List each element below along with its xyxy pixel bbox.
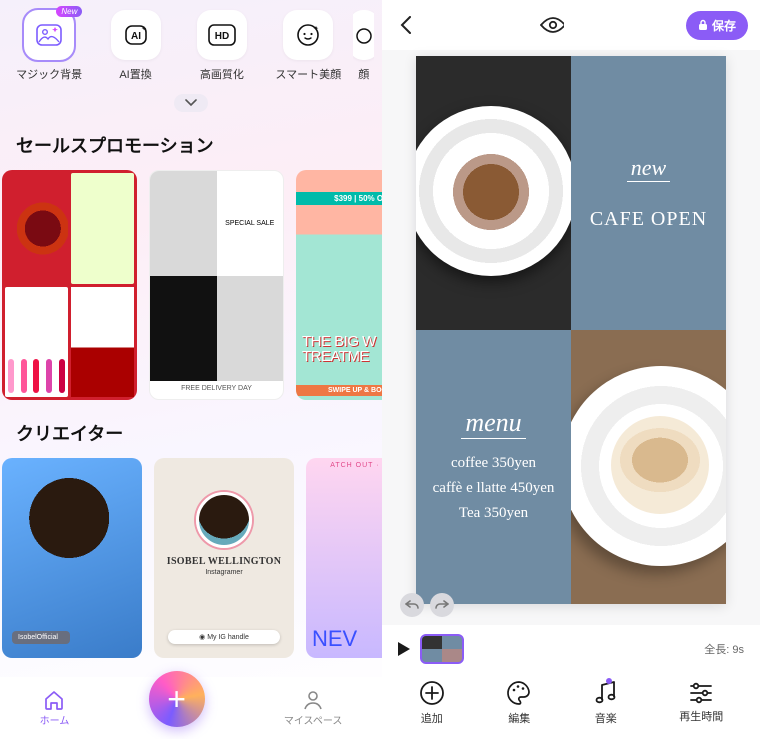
history-controls	[400, 593, 454, 617]
svg-text:HD: HD	[215, 31, 229, 42]
clip-thumbnail[interactable]	[420, 634, 464, 664]
smart-beauty-icon	[283, 10, 333, 60]
feature-label: スマート美顔	[275, 66, 341, 82]
feature-smart-beauty[interactable]: スマート美顔	[267, 10, 349, 82]
template-card[interactable]: ATCH OUT · WATCH O NEV	[306, 458, 382, 658]
play-icon	[398, 642, 410, 656]
template-card[interactable]	[2, 170, 137, 400]
bottom-nav: ホーム + マイスペース	[0, 677, 382, 739]
magic-bg-icon	[24, 10, 74, 60]
notification-dot	[606, 678, 612, 684]
nav-home[interactable]: ホーム	[40, 690, 70, 727]
creator-chip: IsobelOfficial	[12, 631, 70, 644]
text-new[interactable]: new	[627, 155, 670, 182]
feature-label: 顔	[358, 66, 369, 82]
lock-icon	[698, 19, 708, 31]
text-cafe-open[interactable]: CAFE OPEN	[590, 208, 707, 231]
feature-label: マジック背景	[16, 66, 82, 82]
template-card[interactable]: SPECIAL SALE FREE DELIVERY DAY	[149, 170, 284, 400]
save-label: 保存	[712, 17, 736, 34]
undo-button[interactable]	[400, 593, 424, 617]
back-button[interactable]	[394, 13, 418, 37]
canvas-image-top-left[interactable]	[416, 56, 571, 330]
editor-screen: 保存 new CAFE OPEN menu coffee 350yen caff…	[382, 0, 760, 739]
tool-label: 音楽	[595, 710, 617, 726]
nav-label: ホーム	[40, 712, 70, 727]
expand-features[interactable]	[174, 94, 208, 112]
chevron-down-icon	[185, 99, 197, 107]
design-canvas[interactable]: new CAFE OPEN menu coffee 350yen caffè e…	[416, 56, 726, 604]
eye-icon	[540, 17, 564, 33]
text-line[interactable]: Tea 350yen	[459, 505, 528, 522]
template-card[interactable]: $399 | 50% OFF THE BIG WTREATME SWIPE UP…	[296, 170, 382, 400]
canvas-text-bottom-left[interactable]: menu coffee 350yen caffè e llatte 450yen…	[416, 330, 571, 604]
tool-label: 追加	[421, 710, 443, 726]
svg-text:AI: AI	[131, 31, 141, 42]
sales-templates[interactable]: SPECIAL SALE FREE DELIVERY DAY $399 | 50…	[0, 170, 382, 400]
plus-circle-icon	[419, 680, 445, 706]
feature-magic-bg[interactable]: New マジック背景	[8, 10, 90, 82]
hd-icon: HD	[197, 10, 247, 60]
sliders-icon	[689, 682, 713, 704]
home-screen: New マジック背景 AI AI置換 HD 高画質化 スマート美顔	[0, 0, 382, 739]
palette-icon	[506, 680, 532, 706]
undo-icon	[405, 599, 419, 611]
redo-icon	[435, 599, 449, 611]
feature-upscale[interactable]: HD 高画質化	[181, 10, 263, 82]
nav-label: マイスペース	[284, 712, 343, 727]
timeline: 全長: 9s	[382, 625, 760, 673]
play-button[interactable]	[398, 642, 410, 656]
editor-header: 保存	[382, 0, 760, 50]
duration-label: 全長: 9s	[704, 641, 744, 657]
music-icon	[594, 680, 618, 706]
creator-templates[interactable]: IsobelOfficial ISOBEL WELLINGTON Instagr…	[0, 458, 382, 658]
feature-label: 高画質化	[200, 66, 244, 82]
text-line[interactable]: caffè e llatte 450yen	[433, 480, 555, 497]
canvas-area[interactable]: new CAFE OPEN menu coffee 350yen caffè e…	[382, 50, 760, 625]
new-badge: New	[56, 6, 82, 17]
save-button[interactable]: 保存	[686, 11, 748, 40]
tool-runtime[interactable]: 再生時間	[679, 682, 723, 724]
feature-shortcuts: New マジック背景 AI AI置換 HD 高画質化 スマート美顔	[0, 0, 382, 82]
section-sales-title: セールスプロモーション	[0, 112, 382, 170]
editor-toolbar: 追加 編集 音楽 再生時間	[382, 673, 760, 739]
tool-label: 編集	[508, 710, 530, 726]
section-creators-title: クリエイター	[0, 400, 382, 458]
tool-add[interactable]: 追加	[419, 680, 445, 726]
canvas-text-top-right[interactable]: new CAFE OPEN	[571, 56, 726, 330]
home-icon	[43, 690, 65, 710]
feature-label: AI置換	[119, 66, 151, 82]
tool-label: 再生時間	[679, 708, 723, 724]
tool-edit[interactable]: 編集	[506, 680, 532, 726]
feature-ai-replace[interactable]: AI AI置換	[94, 10, 176, 82]
chevron-left-icon	[400, 16, 412, 34]
face-icon	[353, 10, 374, 60]
ai-replace-icon: AI	[111, 10, 161, 60]
text-line[interactable]: coffee 350yen	[451, 455, 536, 472]
person-icon	[303, 690, 323, 710]
template-card[interactable]: IsobelOfficial	[2, 458, 142, 658]
redo-button[interactable]	[430, 593, 454, 617]
nav-create[interactable]: +	[149, 671, 205, 727]
tool-music[interactable]: 音楽	[594, 680, 618, 726]
nav-myspace[interactable]: マイスペース	[284, 690, 343, 727]
template-card[interactable]: ISOBEL WELLINGTON Instagramer ◉ My IG ha…	[154, 458, 294, 658]
text-menu[interactable]: menu	[461, 408, 525, 439]
canvas-image-bottom-right[interactable]	[571, 330, 726, 604]
feature-more[interactable]: 顔	[353, 10, 374, 82]
preview-button[interactable]	[540, 13, 564, 37]
